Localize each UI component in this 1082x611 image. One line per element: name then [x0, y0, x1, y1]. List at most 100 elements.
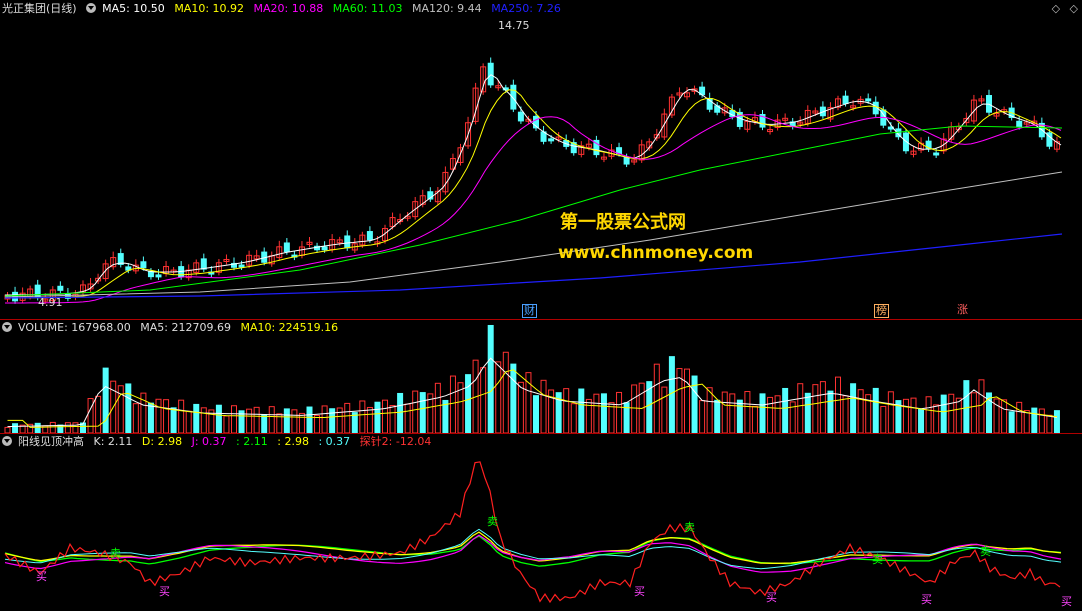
volume-bar: [774, 395, 781, 433]
volume-ma5-label: MA5: 212709.69: [140, 321, 231, 334]
volume-bar: [699, 400, 706, 433]
volume-bar: [593, 393, 600, 433]
volume-header: VOLUME: 167968.00 MA5: 212709.69 MA10: 2…: [2, 320, 344, 336]
ma5-line: [5, 74, 1062, 296]
next-diamond-icon[interactable]: ◇: [1070, 2, 1078, 15]
volume-bar: [563, 388, 570, 433]
volume-bar: [1016, 401, 1023, 433]
volume-bar: [857, 389, 864, 433]
buy-signal: 买: [766, 591, 777, 604]
volume-bar: [880, 405, 887, 433]
price-chart-pane[interactable]: 光正集团(日线) MA5: 10.50 MA10: 10.92 MA20: 10…: [0, 0, 1082, 319]
event-finance-tag[interactable]: 财: [522, 304, 537, 318]
ma5-label: MA5: 10.50: [102, 2, 165, 15]
volume-bar: [382, 399, 388, 433]
volume-bar: [95, 395, 102, 433]
volume-chart-pane[interactable]: VOLUME: 167968.00 MA5: 212709.69 MA10: 2…: [0, 319, 1082, 433]
volume-bar: [306, 406, 313, 433]
volume-bar: [850, 383, 857, 433]
volume-bar: [374, 401, 381, 433]
volume-bar: [714, 399, 721, 433]
volume-bar: [502, 351, 509, 433]
volume-bar: [940, 394, 947, 433]
volume-bar: [185, 410, 192, 433]
volume-bar: [215, 404, 222, 433]
volume-bar: [57, 424, 64, 433]
price-header: 光正集团(日线) MA5: 10.50 MA10: 10.92 MA20: 10…: [2, 1, 567, 17]
volume-bar: [155, 398, 162, 433]
high-price-mark: 14.75: [498, 19, 530, 32]
volume-bar: [797, 383, 804, 433]
volume-bar: [918, 408, 925, 433]
buy-signal: 买: [634, 585, 645, 598]
volume-bar: [887, 391, 894, 433]
v1-value: : 2.11: [236, 435, 268, 448]
volume-bar: [978, 379, 985, 433]
volume-bar: [49, 421, 56, 433]
candle: [933, 152, 940, 156]
ma250-label: MA250: 7.26: [491, 2, 561, 15]
candle: [140, 261, 147, 269]
volume-bar: [480, 367, 487, 433]
buy-signal: 买: [1061, 595, 1072, 608]
volume-bar: [819, 381, 826, 433]
volume-bar: [684, 368, 690, 433]
volume-bar: [200, 407, 207, 433]
volume-bar: [653, 363, 660, 433]
volume-bar: [336, 407, 343, 433]
d-value: D: 2.98: [141, 435, 183, 448]
event-rank-tag[interactable]: 榜: [874, 304, 889, 318]
candle: [283, 242, 290, 253]
aux-line: [4, 528, 1062, 570]
volume-bar: [872, 387, 879, 433]
volume-bar: [835, 376, 841, 433]
volume-bar: [812, 384, 819, 433]
candle: [548, 138, 555, 142]
candle: [200, 258, 207, 270]
indicator-menu-icon[interactable]: [86, 3, 97, 13]
volume-bar: [465, 374, 472, 433]
indicator-name[interactable]: 阳线见顶冲高: [18, 435, 84, 448]
volume-bar: [359, 400, 366, 433]
volume-bar: [510, 363, 517, 433]
candle: [1016, 120, 1023, 128]
volume-bar: [631, 384, 638, 433]
sell-signal: 卖: [110, 547, 121, 560]
volume-bar: [170, 407, 177, 433]
volume-bar: [1001, 399, 1008, 433]
volume-bar: [963, 380, 970, 433]
watermark-url: www.chnmoney.com: [558, 243, 754, 263]
volume-bar: [442, 399, 449, 433]
prev-diamond-icon[interactable]: ◇: [1052, 2, 1060, 15]
v2-value: : 2.98: [277, 435, 309, 448]
volume-bar: [970, 392, 977, 433]
sell-signal: 卖: [487, 515, 498, 528]
volume-bar: [691, 375, 698, 433]
volume-bar: [1008, 411, 1015, 433]
ma120-label: MA120: 9.44: [411, 2, 482, 15]
volume-bar: [397, 392, 404, 433]
indicator-pane-menu-icon[interactable]: [2, 436, 12, 446]
candle: [366, 231, 373, 241]
buy-signal: 买: [921, 593, 932, 606]
nav-arrows: ◇ ◇: [1046, 2, 1078, 15]
volume-bar: [163, 399, 170, 433]
sell-signal: 卖: [872, 553, 883, 566]
k-line: [4, 535, 1062, 567]
event-limitup-tag[interactable]: 涨: [956, 304, 969, 316]
volume-menu-icon[interactable]: [2, 322, 12, 332]
indicator-chart-pane[interactable]: 阳线见顶冲高 K: 2.11 D: 2.98 J: 0.37 : 2.11 : …: [0, 433, 1082, 611]
volume-bar: [261, 414, 268, 433]
volume-bar: [706, 387, 713, 433]
volume-bar: [487, 324, 494, 433]
volume-bar: [449, 375, 456, 433]
volume-bar: [87, 398, 94, 433]
sell-signal: 卖: [684, 521, 695, 534]
indicator-header: 阳线见顶冲高 K: 2.11 D: 2.98 J: 0.37 : 2.11 : …: [2, 434, 437, 450]
v3-value: : 0.37: [318, 435, 351, 448]
volume-bar: [578, 388, 585, 433]
volume-bar: [804, 392, 811, 433]
stock-title[interactable]: 光正集团(日线): [2, 2, 77, 15]
volume-bar: [668, 356, 675, 433]
watermark-title: 第一股票公式网: [560, 212, 686, 233]
